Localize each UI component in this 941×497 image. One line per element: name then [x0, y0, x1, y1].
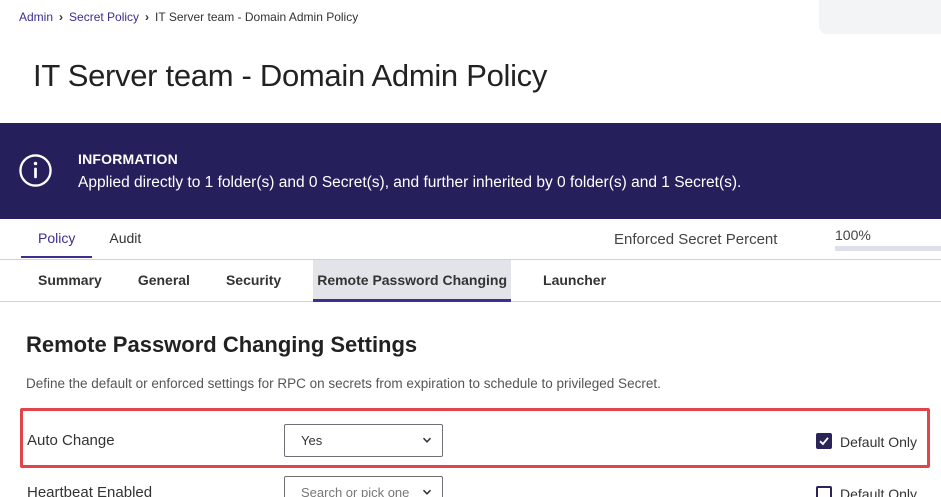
- subtab-security[interactable]: Security: [208, 260, 299, 302]
- heartbeat-default-only-checkbox[interactable]: [816, 486, 832, 497]
- heartbeat-default-only-label: Default Only: [840, 486, 918, 497]
- info-text: Applied directly to 1 folder(s) and 0 Se…: [78, 174, 742, 191]
- enforced-percent-label: Enforced Secret Percent: [614, 231, 778, 248]
- auto-change-select-value: Yes: [301, 433, 323, 448]
- chevron-down-icon: [422, 437, 432, 443]
- breadcrumb-current: IT Server team - Domain Admin Policy: [155, 10, 359, 24]
- breadcrumb-link-admin[interactable]: Admin: [19, 10, 53, 24]
- auto-change-default-only-label: Default Only: [840, 434, 918, 450]
- subtab-remote-password-changing[interactable]: Remote Password Changing: [313, 260, 512, 302]
- section-title: Remote Password Changing Settings: [26, 332, 418, 357]
- breadcrumb-link-secret-policy[interactable]: Secret Policy: [69, 10, 139, 24]
- sub-tab-bar: Summary General Security Remote Password…: [0, 259, 941, 302]
- heartbeat-enabled-select[interactable]: Search or pick one: [284, 476, 443, 497]
- info-banner: INFORMATION Applied directly to 1 folder…: [0, 123, 941, 219]
- heartbeat-enabled-select-placeholder: Search or pick one: [301, 485, 410, 497]
- page-title: IT Server team - Domain Admin Policy: [33, 58, 548, 93]
- chevron-down-icon: [422, 489, 432, 495]
- subtab-general[interactable]: General: [120, 260, 208, 302]
- tab-audit[interactable]: Audit: [92, 222, 158, 258]
- main-tabs: Policy Audit: [21, 222, 158, 258]
- checkmark-icon: [819, 437, 829, 446]
- user-menu-area: [819, 0, 941, 34]
- info-heading: INFORMATION: [78, 151, 178, 167]
- enforced-percent-value: 100%: [835, 227, 871, 243]
- enforced-percent-fill: [835, 246, 941, 251]
- section-description: Define the default or enforced settings …: [26, 376, 661, 391]
- breadcrumb: Admin › Secret Policy › IT Server team -…: [19, 10, 358, 24]
- highlight-annotation: [20, 408, 930, 468]
- auto-change-default-only-checkbox[interactable]: [816, 433, 832, 449]
- info-circle-icon: [19, 154, 52, 187]
- tab-policy[interactable]: Policy: [21, 222, 93, 258]
- auto-change-select[interactable]: Yes: [284, 424, 443, 457]
- auto-change-label: Auto Change: [27, 432, 115, 449]
- chevron-right-icon: ›: [59, 10, 64, 24]
- subtab-launcher[interactable]: Launcher: [525, 260, 624, 302]
- subtab-summary[interactable]: Summary: [20, 260, 120, 302]
- heartbeat-enabled-label: Heartbeat Enabled: [27, 484, 153, 497]
- chevron-right-icon: ›: [145, 10, 150, 24]
- enforced-percent-bar: [835, 246, 941, 251]
